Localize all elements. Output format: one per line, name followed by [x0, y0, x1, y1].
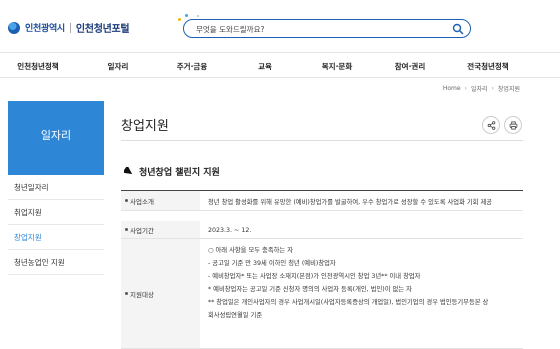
logo-portal-name: 인천청년포털 [75, 24, 130, 35]
nav-item-national-policy[interactable]: 전국청년정책 [467, 61, 508, 72]
value-line: * 예비창업자는 공고일 기준 신청자 명의의 사업자 등록(개인, 법인)이 … [208, 286, 412, 293]
sidebar-item-startup-support[interactable]: 창업지원 [8, 225, 104, 250]
sidebar-item-young-farmer-support[interactable]: 청년농업인 지원 [8, 250, 104, 275]
site-logo[interactable]: 인천광역시 인천청년포털 [8, 20, 130, 35]
section-marker-icon [124, 167, 133, 175]
print-button[interactable] [504, 116, 522, 134]
value-line: 청년 창업 활성화를 위해 유망한 (예비)창업가를 발굴하여, 우수 창업가로… [208, 199, 493, 206]
bullet-icon [125, 228, 128, 231]
bullet-icon [125, 199, 128, 202]
nav-item-education[interactable]: 교육 [258, 61, 272, 72]
print-icon [509, 120, 517, 130]
row-label-cell: 사업기간 [121, 221, 200, 238]
logo-city-name: 인천광역시 [25, 24, 65, 34]
table-row: 지원대상 ○ 아래 사항을 모두 충족하는 자 - 공고일 기준 만 39세 이… [121, 239, 523, 349]
share-icon [487, 120, 495, 130]
row-value: ○ 아래 사항을 모두 충족하는 자 - 공고일 기준 만 39세 이하인 청년… [200, 239, 523, 348]
row-label: 사업기간 [130, 226, 154, 235]
site-header: 인천광역시 인천청년포털 무엇을 도와드릴까요? [0, 0, 560, 52]
nav-item-jobs[interactable]: 일자리 [108, 61, 129, 72]
section-title: 청년창업 챌린지 지원 [139, 168, 220, 178]
share-button[interactable] [482, 116, 500, 134]
value-line: 2023.3. ~ 12. [208, 227, 252, 234]
search-bar[interactable]: 무엇을 도와드릴까요? [183, 19, 471, 38]
value-line: - 공고일 기준 만 39세 이하인 청년 (예비)창업자 [208, 260, 336, 267]
row-label: 사업소개 [130, 197, 154, 206]
main-nav: 인천청년정책 일자리 주거·금융 교육 복지·문화 참여·권리 전국청년정책 [0, 52, 560, 78]
nav-item-housing-finance[interactable]: 주거·금융 [177, 61, 207, 72]
value-line: ** 창업일은 개인사업자의 경우 사업개시일(사업자등록증상의 개업일), 법… [208, 299, 489, 306]
row-label: 지원대상 [130, 290, 154, 299]
nav-item-youth-policy[interactable]: 인천청년정책 [17, 61, 58, 72]
chevron-right-icon: › [491, 85, 494, 92]
logo-divider [69, 22, 71, 33]
breadcrumb-level2[interactable]: 창업지원 [498, 84, 520, 93]
value-line: - 예비창업자* 또는 사업장 소재지(본점)가 인천광역시인 창업 3년** … [208, 273, 421, 280]
program-info-table: 사업소개 청년 창업 활성화를 위해 유망한 (예비)창업가를 발굴하여, 우수… [121, 190, 523, 349]
nav-item-participation-rights[interactable]: 참여·권리 [395, 61, 425, 72]
section-heading: 청년창업 챌린지 지원 [124, 165, 220, 178]
value-line: 회사성립연월일 기준 [208, 312, 263, 319]
breadcrumb-home[interactable]: Home [443, 85, 461, 92]
row-label-cell: 지원대상 [121, 239, 200, 348]
breadcrumb-level1[interactable]: 일자리 [471, 84, 488, 93]
sidebar-title: 일자리 [40, 129, 72, 142]
table-row: 사업기간 2023.3. ~ 12. [121, 221, 523, 239]
row-value: 청년 창업 활성화를 위해 유망한 (예비)창업가를 발굴하여, 우수 창업가로… [200, 191, 523, 210]
sidebar-item-youth-jobs[interactable]: 청년일자리 [8, 175, 104, 200]
incheon-logo-icon [8, 21, 20, 34]
bullet-icon [125, 292, 128, 295]
search-input[interactable]: 무엇을 도와드릴까요? [196, 24, 264, 35]
value-line: ○ 아래 사항을 모두 충족하는 자 [208, 247, 294, 254]
row-value: 2023.3. ~ 12. [200, 221, 523, 238]
nav-item-welfare-culture[interactable]: 복지·문화 [322, 61, 352, 72]
sidebar-header: 일자리 [8, 101, 104, 175]
page-title: 창업지원 [121, 119, 169, 134]
table-row: 사업소개 청년 창업 활성화를 위해 유망한 (예비)창업가를 발굴하여, 우수… [121, 191, 523, 211]
breadcrumb: Home › 일자리 › 창업지원 [443, 84, 520, 93]
title-divider [121, 140, 523, 141]
sidebar-menu: 청년일자리 취업지원 창업지원 청년농업인 지원 [8, 175, 104, 275]
row-label-cell: 사업소개 [121, 191, 200, 210]
search-icon[interactable] [452, 23, 464, 35]
sidebar-item-employment-support[interactable]: 취업지원 [8, 200, 104, 225]
chevron-right-icon: › [464, 85, 467, 92]
